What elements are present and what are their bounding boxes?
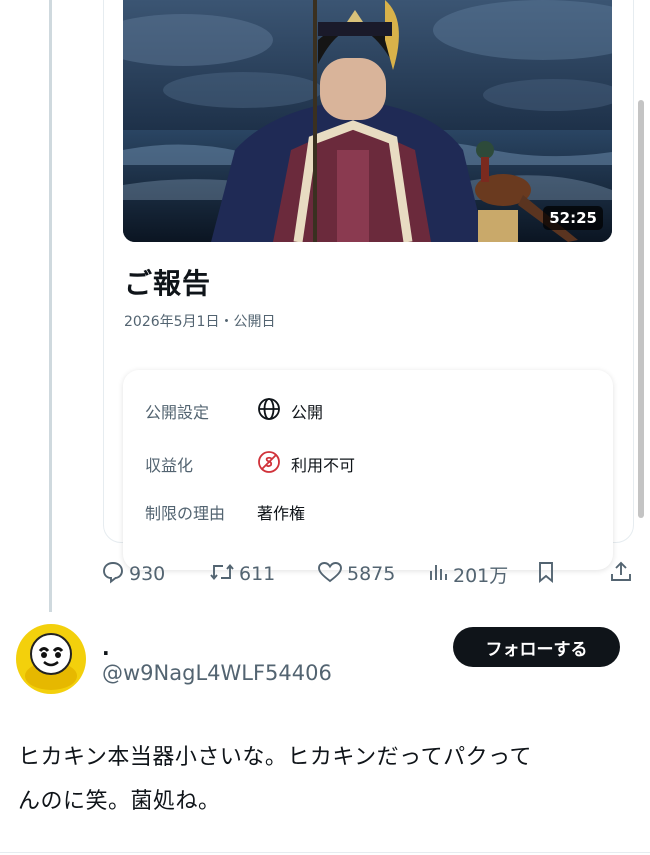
video-thumbnail[interactable]: 52:25	[123, 0, 612, 242]
share-button[interactable]	[609, 558, 633, 590]
reply-text-line-2: んのに笑。菌処ね。	[18, 789, 221, 814]
reply-icon	[101, 560, 125, 589]
avatar[interactable]	[16, 624, 86, 694]
reply-display-name[interactable]: .	[102, 636, 110, 660]
like-button[interactable]: 5875	[317, 558, 395, 590]
bookmark-button[interactable]	[535, 558, 557, 590]
share-icon	[609, 560, 633, 589]
scrollbar[interactable]	[638, 100, 644, 518]
video-date: 2026年5月1日・公開日	[124, 314, 276, 330]
monetization-label: 収益化	[145, 456, 194, 475]
repost-icon	[209, 560, 235, 589]
video-details-panel: 公開設定 公開 収益化 利用不可 制限の理由 著作権	[123, 370, 613, 570]
bookmark-icon	[535, 560, 557, 589]
follow-button[interactable]: フォローする	[453, 627, 620, 667]
reply-text-line-1: ヒカキン本当器小さいな。ヒカキンだってパクって	[18, 745, 532, 770]
monetization-row: 収益化 利用不可	[145, 450, 355, 478]
video-title: ご報告	[124, 267, 212, 300]
reply-handle[interactable]: @w9NagL4WLF54406	[102, 661, 332, 685]
restriction-value: 著作権	[257, 504, 306, 523]
video-duration: 52:25	[543, 206, 603, 230]
views-button[interactable]: 201万	[427, 558, 508, 590]
reply-count: 930	[129, 563, 166, 585]
tweet-actions: 930 611 5875 201万	[101, 558, 636, 590]
repost-count: 611	[239, 563, 276, 585]
no-money-icon	[257, 450, 281, 478]
views-icon	[427, 560, 449, 589]
repost-button[interactable]: 611	[209, 558, 275, 590]
reply-text: ヒカキン本当器小さいな。ヒカキンだってパクって んのに笑。菌処ね。	[18, 736, 638, 824]
like-count: 5875	[347, 563, 396, 585]
reply-button[interactable]: 930	[101, 558, 165, 590]
visibility-value: 公開	[291, 403, 324, 422]
divider	[0, 852, 650, 853]
globe-icon	[257, 397, 281, 425]
visibility-row: 公開設定 公開	[145, 397, 323, 425]
views-count: 201万	[453, 564, 509, 587]
visibility-label: 公開設定	[145, 403, 210, 422]
monetization-value: 利用不可	[291, 456, 356, 475]
thread-line	[49, 0, 52, 612]
restriction-label: 制限の理由	[145, 504, 226, 523]
like-icon	[317, 560, 343, 589]
restriction-row: 制限の理由 著作権	[145, 500, 305, 524]
